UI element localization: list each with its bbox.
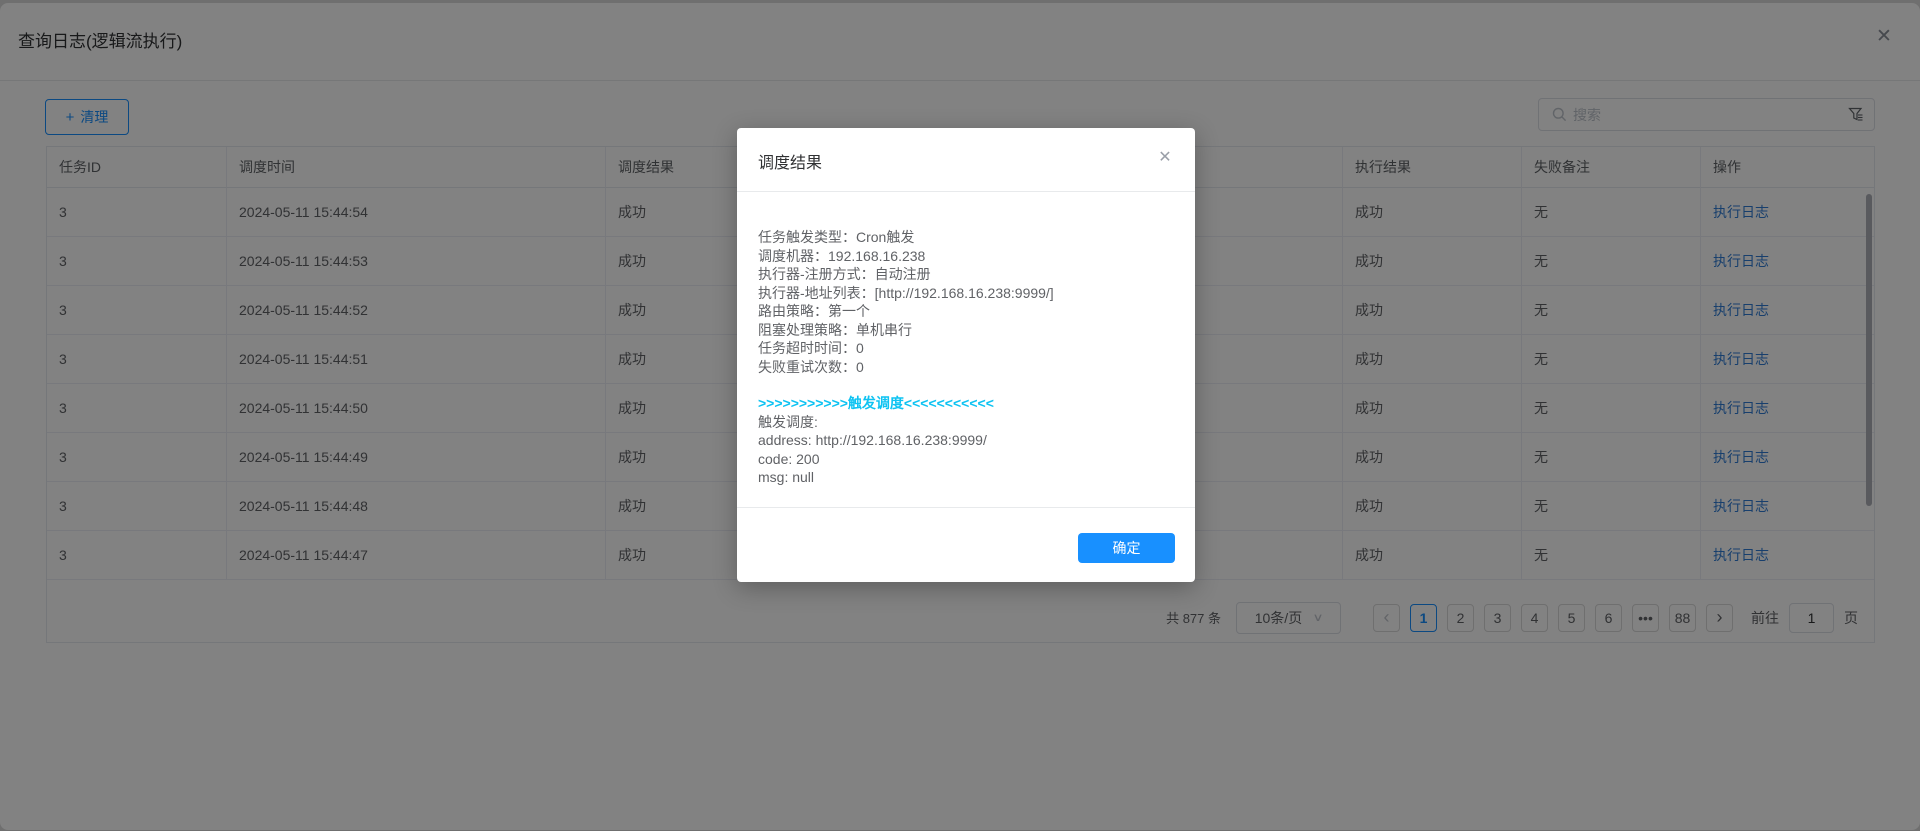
info-line: 任务超时时间：0 <box>758 340 864 356</box>
ok-button[interactable]: 确定 <box>1078 533 1175 563</box>
info-line: 执行器-地址列表：[http://192.168.16.238:9999/] <box>758 284 1054 301</box>
result-line: msg: null <box>758 469 815 485</box>
result-line: address: http://192.168.16.238:9999/ <box>758 432 987 448</box>
modal-close-icon[interactable]: ✕ <box>1153 146 1177 170</box>
info-line: 调度机器：192.168.16.238 <box>758 247 926 264</box>
info-line: 失败重试次数：0 <box>758 358 864 375</box>
modal-body: 任务触发类型：Cron触发 调度机器：192.168.16.238 执行器-注册方式… <box>758 228 1174 487</box>
modal-title: 调度结果 <box>758 155 823 172</box>
result-line: 触发调度: <box>758 413 818 430</box>
info-line: 任务触发类型：Cron触发 <box>758 229 915 245</box>
info-line: 路由策略：第一个 <box>758 303 870 319</box>
info-line: 执行器-注册方式：自动注册 <box>758 266 931 282</box>
trigger-highlight-line: >>>>>>>>>>>触发调度<<<<<<<<<<< <box>758 395 994 411</box>
result-line: code: 200 <box>758 450 820 467</box>
info-line: 阻塞处理策略：单机串行 <box>758 321 912 338</box>
modal-header: 调度结果 ✕ <box>737 128 1195 192</box>
modal-footer: 确定 <box>737 507 1195 583</box>
dispatch-result-modal: 调度结果 ✕ 任务触发类型：Cron触发 调度机器：192.168.16.238 执… <box>737 128 1195 582</box>
